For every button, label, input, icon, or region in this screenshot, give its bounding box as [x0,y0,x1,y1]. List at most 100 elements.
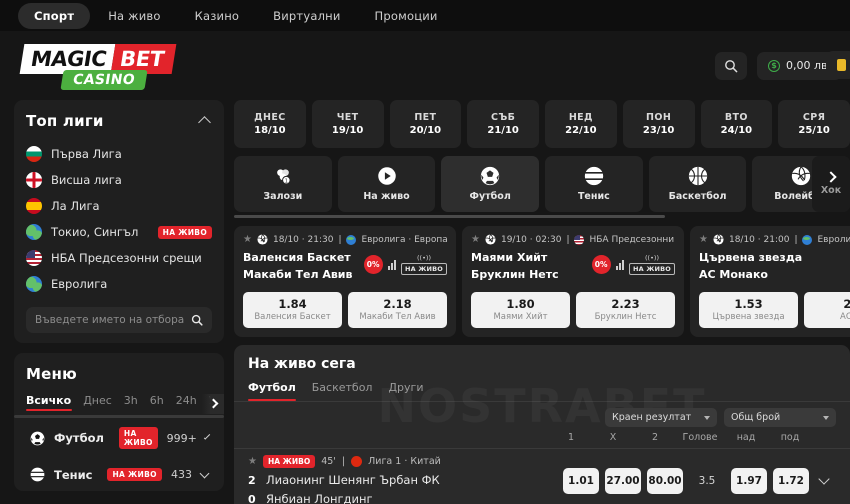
team-name-away: АС Монако [699,268,768,281]
brand-logo[interactable]: MAGIC BET CASINO [19,40,177,92]
betslip-button[interactable] [826,51,850,79]
balance-display: $ 0,00 лв. [768,59,831,72]
balance-amount: 0,00 лв. [786,59,831,72]
menu-header: Меню [26,365,212,383]
featured-match-card[interactable]: ★ 18/10 · 21:30 | Евролига · Европа Вале… [234,226,456,337]
odd-button-x[interactable]: 27.00 [605,467,641,494]
favorite-star-icon[interactable]: ★ [248,456,257,467]
match-time: 19/10 · 02:30 [500,234,562,245]
card-body: Валенсия Баскет Макаби Тел Авив 0% ((•))… [243,251,447,285]
league-label: Първа Лига [51,147,122,161]
sport-tab-football[interactable]: Футбол [441,156,540,212]
menu-tab-all[interactable]: Всичко [26,394,71,414]
sidebar-item-league[interactable]: Токио, Сингъл НА ЖИВО [26,219,212,245]
date-number: 21/10 [487,125,519,136]
flag-usa-icon [26,250,42,266]
sport-tabs-scrollbar[interactable] [234,215,666,218]
live-stream-indicator: ((•)) НА ЖИВО [400,254,447,275]
sidebar-item-league[interactable]: Евролига [26,271,212,297]
chevron-up-icon[interactable] [198,116,211,129]
team-name-home: Цървена звезда [699,251,803,264]
search-icon [191,314,203,326]
date-tab[interactable]: СЪБ 21/10 [467,100,539,148]
live-tab-basketball[interactable]: Баскетбол [312,381,373,401]
odd-button[interactable]: 2.23 Бруклин Нетс [576,292,675,328]
menu-tab-6h[interactable]: 6h [150,394,164,414]
menu-panel: Меню Всичко Днес 3h 6h 24h Утр [14,353,224,491]
sport-tab-label: Хок [820,184,842,196]
nav-item-sport[interactable]: Спорт [18,2,91,29]
live-tab-football[interactable]: Футбол [248,381,296,401]
team-name-home: Лиаонинг Шенянг Ърбан ФК [266,473,440,487]
nav-item-promotions[interactable]: Промоции [359,3,454,29]
date-tab[interactable]: ПЕТ 20/10 [389,100,462,148]
market-select-total[interactable]: Общ брой [724,408,836,427]
match-league: НБА Предсезонни сре… [589,234,675,245]
featured-match-card[interactable]: ★ 19/10 · 02:30 | НБА Предсезонни сре… [462,226,684,337]
top-leagues-header[interactable]: Топ лиги [26,112,212,130]
card-body: Маями Хийт Бруклин Нетс 0% ((•)) НА ЖИВО [471,251,675,285]
expand-row-button[interactable] [812,472,836,485]
odd-button-over[interactable]: 1.97 [731,467,767,494]
basketball-icon [688,166,707,186]
logo-magic-text: MAGIC [19,43,116,74]
menu-tab-24h[interactable]: 24h [176,394,197,414]
search-button[interactable] [715,51,747,80]
chevron-down-icon[interactable] [199,468,210,478]
live-match-row[interactable]: ★ НА ЖИВО 45' | Лига 1 · Китай 2 Лиаонин… [234,449,850,504]
sidebar-sport-football[interactable]: Футбол НА ЖИВО 999+ [26,418,212,458]
soccer-ball-icon [30,431,45,445]
broadcast-icon: ((•)) [417,254,431,262]
odd-button-2[interactable]: 80.00 [647,467,683,494]
date-tab[interactable]: СРЯ 25/10 [778,100,850,148]
sport-tabs-next-button[interactable]: Хок [812,156,850,212]
globe-icon [346,234,357,245]
odd-button-under[interactable]: 1.72 [773,467,809,494]
date-tab[interactable]: ЧЕТ 19/10 [311,100,384,148]
sport-tab-live[interactable]: На живо [337,156,436,212]
live-now-tabs: Футбол Баскетбол Други [234,372,850,401]
market-select-result[interactable]: Краен резултат [605,408,717,427]
globe-icon [802,234,813,245]
date-tab[interactable]: НЕД 22/10 [545,100,617,148]
sidebar-item-league[interactable]: Ла Лига [26,193,212,219]
odd-value: 1.84 [278,297,307,311]
live-tab-others[interactable]: Други [388,381,423,401]
team-names: Маями Хийт Бруклин Нетс [471,251,592,285]
favorite-star-icon[interactable]: ★ [471,234,480,245]
nav-item-virtual[interactable]: Виртуални [257,3,356,29]
odd-button[interactable]: 1.53 Цървена звезда [699,292,798,328]
score-away: 0 [248,493,256,504]
date-tab[interactable]: ПОН 23/10 [622,100,695,148]
stats-icon[interactable] [615,259,624,271]
odd-button-1[interactable]: 1.01 [563,467,599,494]
nav-item-casino[interactable]: Казино [179,3,256,29]
odd-button[interactable]: 1.84 Валенсия Баскет [243,292,342,328]
odd-button[interactable]: 2.18 Макаби Тел Авив [348,292,447,328]
date-tab[interactable]: ДНЕС 18/10 [234,100,306,148]
nav-item-live[interactable]: На живо [92,3,176,29]
featured-match-card[interactable]: ★ 18/10 · 21:00 | Евролига · ЕВ Цървена … [690,226,850,337]
sport-tab-label: Залози [263,191,303,202]
top-leagues-title: Топ лиги [26,112,104,130]
favorite-star-icon[interactable]: ★ [699,234,708,245]
favorite-star-icon[interactable]: ★ [243,234,252,245]
stats-icon[interactable] [387,259,396,271]
search-input[interactable] [35,314,185,326]
odd-button[interactable]: 2.5 АС Мо [804,292,850,328]
team-search-box[interactable] [26,307,212,333]
sidebar-item-league[interactable]: Първа Лига [26,141,212,167]
sport-tab-basketball[interactable]: Баскетбол [648,156,747,212]
menu-tab-today[interactable]: Днес [83,394,112,414]
odd-button[interactable]: 1.80 Маями Хийт [471,292,570,328]
menu-tab-3h[interactable]: 3h [124,394,138,414]
menu-tabs-next-button[interactable] [202,394,224,414]
chevron-down-icon[interactable] [203,433,211,440]
sidebar-item-league[interactable]: НБА Предсезонни срещи [26,245,212,271]
sport-tab-tennis[interactable]: Тенис [545,156,643,212]
date-tab[interactable]: ВТО 24/10 [700,100,773,148]
team-name-home: Маями Хийт [471,251,548,264]
sport-tab-bets[interactable]: 1 Залози [234,156,332,212]
sidebar-sport-tennis[interactable]: Тенис НА ЖИВО 433 [26,458,212,491]
sidebar-item-league[interactable]: Висша лига [26,167,212,193]
